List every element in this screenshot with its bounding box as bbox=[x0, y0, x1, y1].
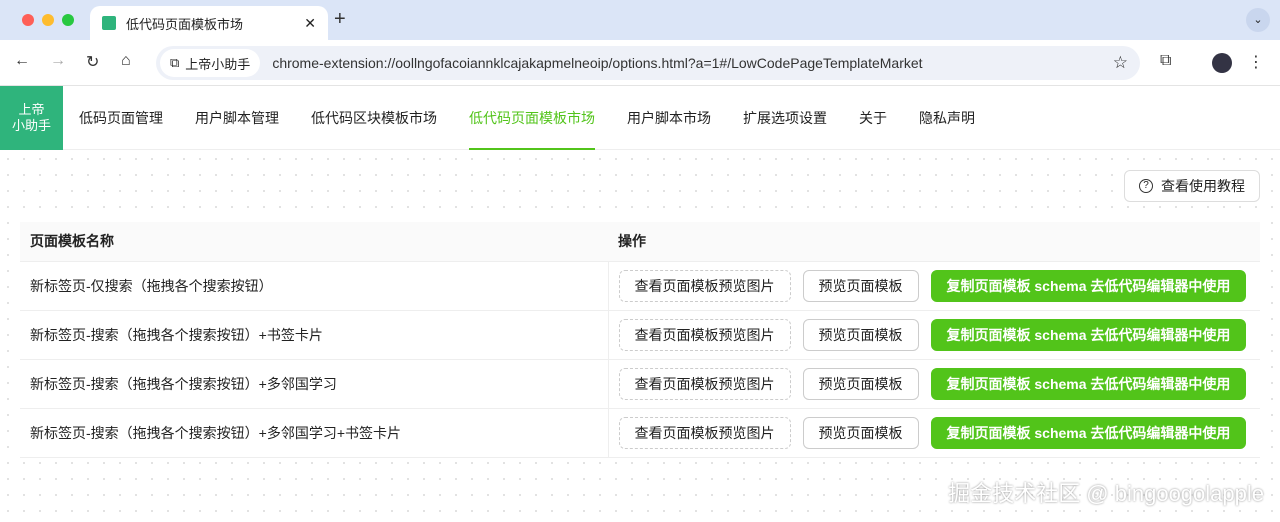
bookmark-star-icon[interactable]: ☆ bbox=[1113, 53, 1128, 73]
copy-schema-button[interactable]: 复制页面模板 schema 去低代码编辑器中使用 bbox=[930, 318, 1247, 351]
site-chip[interactable]: ⧉ 上帝小助手 bbox=[160, 49, 261, 77]
reload-icon[interactable]: ↻ bbox=[86, 52, 99, 72]
view-preview-image-button[interactable]: 查看页面模板预览图片 bbox=[618, 367, 791, 400]
nav-item[interactable]: 扩展选项设置 bbox=[743, 86, 827, 150]
forward-icon[interactable]: → bbox=[50, 52, 66, 70]
nav-item-active[interactable]: 低代码页面模板市场 bbox=[469, 86, 595, 150]
nav-item[interactable]: 隐私声明 bbox=[919, 86, 975, 150]
preview-template-button[interactable]: 预览页面模板 bbox=[802, 367, 919, 400]
view-preview-image-button[interactable]: 查看页面模板预览图片 bbox=[618, 318, 791, 351]
url-text[interactable]: chrome-extension://oollngofacoiannklcaja… bbox=[272, 55, 922, 71]
question-icon: ? bbox=[1139, 179, 1153, 193]
view-preview-image-button[interactable]: 查看页面模板预览图片 bbox=[618, 269, 791, 302]
nav-item[interactable]: 低代码区块模板市场 bbox=[311, 86, 437, 150]
content-area: ? 查看使用教程 页面模板名称 操作 新标签页-仅搜索（拖拽各个搜索按钮） 查看页… bbox=[0, 151, 1280, 522]
maximize-window-button[interactable] bbox=[62, 14, 74, 26]
tab-bar: 低代码页面模板市场 ✕ + ⌄ bbox=[0, 0, 1280, 40]
back-icon[interactable]: ← bbox=[14, 52, 30, 70]
view-preview-image-button[interactable]: 查看页面模板预览图片 bbox=[618, 416, 791, 449]
template-name: 新标签页-搜索（拖拽各个搜索按钮）+书签卡片 bbox=[20, 310, 609, 360]
actions-cell: 查看页面模板预览图片 预览页面模板 复制页面模板 schema 去低代码编辑器中使用 bbox=[608, 408, 1260, 458]
nav-item[interactable]: 用户脚本管理 bbox=[195, 86, 279, 150]
extension-icon: ⧉ bbox=[170, 55, 180, 70]
avatar[interactable] bbox=[1212, 53, 1232, 73]
omnibox[interactable]: ⧉ 上帝小助手 chrome-extension://oollngofacoian… bbox=[156, 46, 1140, 80]
menu-icon[interactable]: ⋮ bbox=[1248, 52, 1264, 72]
preview-template-button[interactable]: 预览页面模板 bbox=[802, 318, 919, 351]
nav-item[interactable]: 用户脚本市场 bbox=[627, 86, 711, 150]
tab-search-chevron-icon[interactable]: ⌄ bbox=[1246, 8, 1270, 32]
home-icon[interactable]: ⌂ bbox=[121, 52, 131, 70]
nav-item[interactable]: 关于 bbox=[859, 86, 887, 150]
copy-schema-button[interactable]: 复制页面模板 schema 去低代码编辑器中使用 bbox=[930, 367, 1247, 400]
new-tab-icon[interactable]: + bbox=[334, 8, 346, 31]
logo-line2: 小助手 bbox=[11, 117, 51, 133]
preview-template-button[interactable]: 预览页面模板 bbox=[802, 269, 919, 302]
actions-cell: 查看页面模板预览图片 预览页面模板 复制页面模板 schema 去低代码编辑器中使用 bbox=[608, 261, 1260, 311]
template-table: 页面模板名称 操作 新标签页-仅搜索（拖拽各个搜索按钮） 查看页面模板预览图片预… bbox=[20, 222, 1260, 458]
template-name: 新标签页-搜索（拖拽各个搜索按钮）+多邻国学习+书签卡片 bbox=[20, 408, 609, 458]
address-toolbar: ← → ↻ ⌂ ⧉ 上帝小助手 chrome-extension://oollng… bbox=[0, 40, 1280, 86]
browser-tab[interactable]: 低代码页面模板市场 ✕ bbox=[90, 6, 328, 40]
column-header-actions: 操作 bbox=[608, 222, 1260, 262]
table-row: 新标签页-搜索（拖拽各个搜索按钮）+书签卡片 查看页面模板预览图片 预览页面模板复… bbox=[20, 310, 1260, 360]
logo-line1: 上帝 bbox=[18, 101, 45, 117]
copy-schema-button[interactable]: 复制页面模板 schema 去低代码编辑器中使用 bbox=[930, 416, 1247, 449]
nav-item[interactable]: 低码页面管理 bbox=[79, 86, 163, 150]
watermark: 掘金技术社区 @ bingoogolapple bbox=[948, 481, 1264, 506]
tab-title: 低代码页面模板市场 bbox=[126, 16, 244, 32]
table-row: 新标签页-搜索（拖拽各个搜索按钮）+多邻国学习 查看页面模板预览图片 预览页面模板… bbox=[20, 359, 1260, 409]
help-button[interactable]: ? 查看使用教程 bbox=[1124, 170, 1260, 202]
close-window-button[interactable] bbox=[22, 14, 34, 26]
table-row: 新标签页-搜索（拖拽各个搜索按钮）+多邻国学习+书签卡片 查看页面模板预览图片预… bbox=[20, 408, 1260, 458]
help-label: 查看使用教程 bbox=[1161, 178, 1245, 194]
favicon-icon bbox=[102, 16, 116, 30]
copy-schema-button[interactable]: 复制页面模板 schema 去低代码编辑器中使用 bbox=[930, 269, 1247, 302]
template-name: 新标签页-仅搜索（拖拽各个搜索按钮） bbox=[20, 261, 609, 311]
actions-cell: 查看页面模板预览图片 预览页面模板 复制页面模板 schema 去低代码编辑器中使用 bbox=[608, 310, 1260, 360]
top-nav: 上帝 小助手 低码页面管理 用户脚本管理 低代码区块模板市场 低代码页面模板市场 … bbox=[0, 85, 1280, 150]
extensions-icon[interactable]: ⧉ bbox=[1160, 52, 1171, 70]
template-name: 新标签页-搜索（拖拽各个搜索按钮）+多邻国学习 bbox=[20, 359, 609, 409]
logo: 上帝 小助手 bbox=[0, 85, 63, 150]
close-tab-icon[interactable]: ✕ bbox=[304, 15, 316, 32]
table-row: 新标签页-仅搜索（拖拽各个搜索按钮） 查看页面模板预览图片 预览页面模板 复制页面模… bbox=[20, 261, 1260, 311]
column-header-name: 页面模板名称 bbox=[20, 222, 608, 262]
actions-cell: 查看页面模板预览图片 预览页面模板 复制页面模板 schema 去低代码编辑器中使用 bbox=[608, 359, 1260, 409]
site-chip-label: 上帝小助手 bbox=[185, 56, 251, 72]
minimize-window-button[interactable] bbox=[42, 14, 54, 26]
preview-template-button[interactable]: 预览页面模板 bbox=[802, 416, 919, 449]
